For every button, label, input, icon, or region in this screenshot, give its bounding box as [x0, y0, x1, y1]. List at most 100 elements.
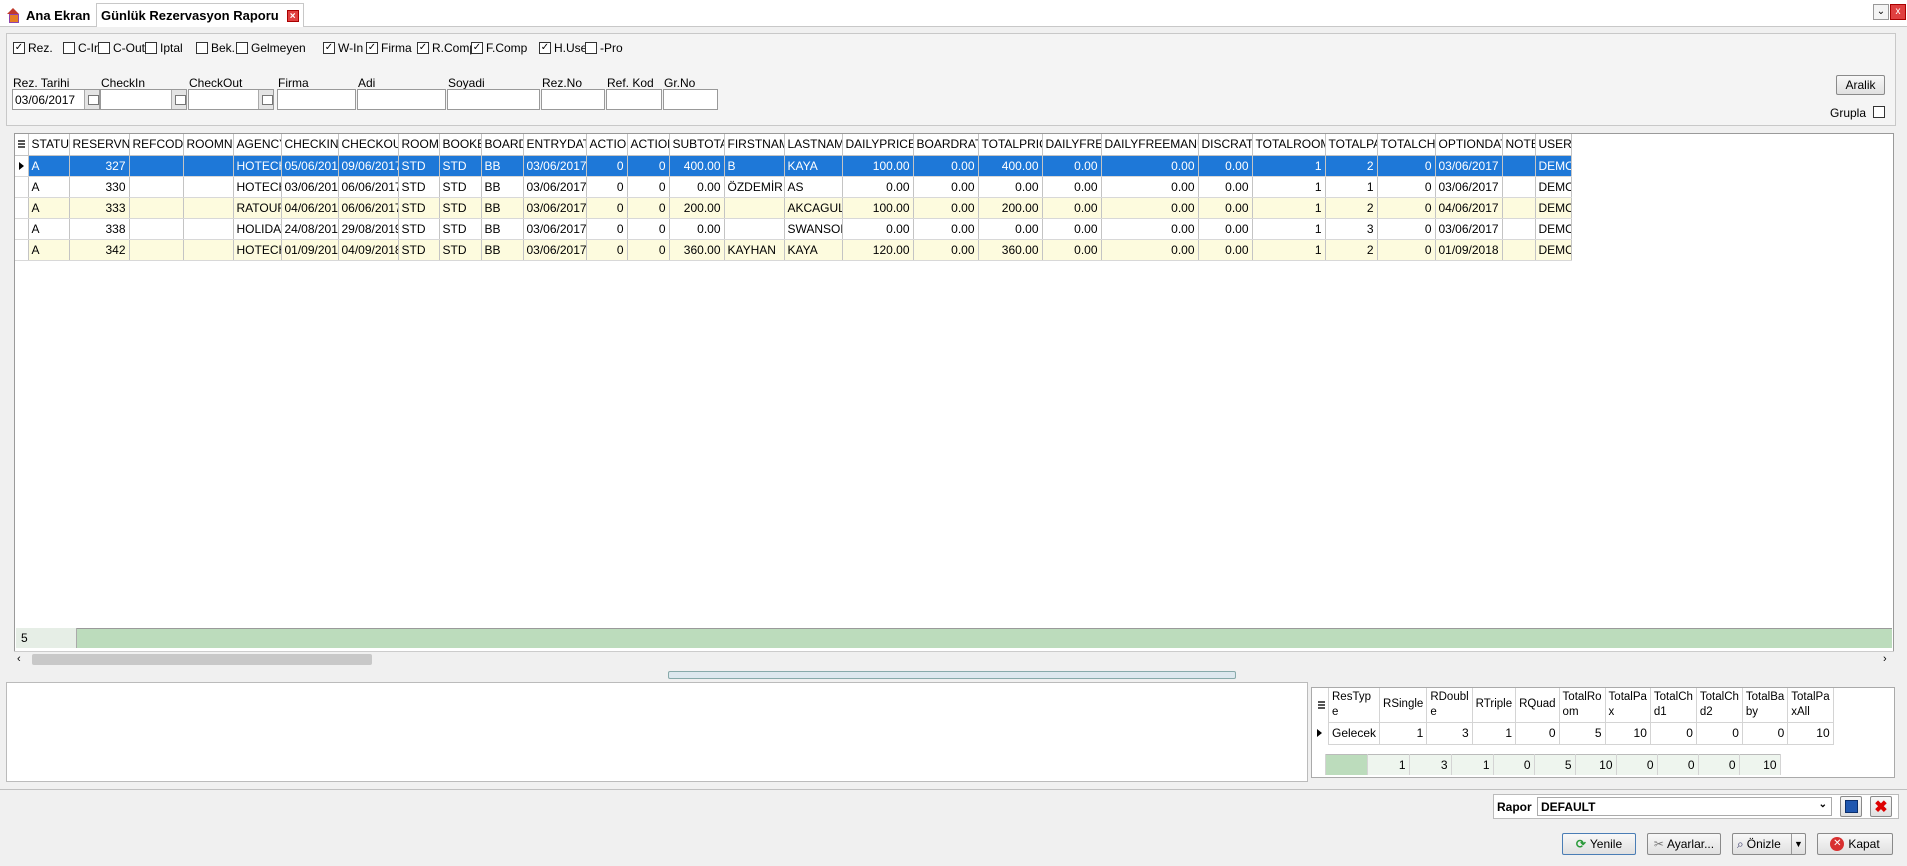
column-header[interactable]: ROOMT: [398, 134, 440, 156]
table-cell[interactable]: 03/06/2017: [523, 197, 587, 219]
table-cell[interactable]: 0.00: [913, 176, 979, 198]
table-cell[interactable]: KAYHAN: [724, 239, 785, 261]
table-cell[interactable]: 100.00: [842, 155, 914, 177]
table-cell[interactable]: STD: [439, 197, 482, 219]
table-cell[interactable]: STD: [398, 197, 440, 219]
table-cell[interactable]: 04/06/2017: [281, 197, 339, 219]
table-cell[interactable]: A: [28, 176, 70, 198]
table-cell[interactable]: 0.00: [1042, 239, 1102, 261]
table-cell[interactable]: 200.00: [669, 197, 725, 219]
table-cell[interactable]: 333: [69, 197, 130, 219]
table-cell[interactable]: 0.00: [913, 197, 979, 219]
table-cell[interactable]: 1: [1252, 239, 1326, 261]
filter-checkbox[interactable]: -Pro: [585, 41, 623, 55]
chevron-down-icon[interactable]: ⌄: [1873, 4, 1889, 20]
table-cell[interactable]: 400.00: [978, 155, 1043, 177]
table-cell[interactable]: 03/06/2017: [523, 239, 587, 261]
calendar-icon[interactable]: [84, 90, 99, 109]
summary-cell[interactable]: 10: [1605, 721, 1651, 745]
table-cell[interactable]: [724, 218, 785, 240]
table-cell[interactable]: DEMO: [1535, 197, 1572, 219]
table-cell[interactable]: [129, 176, 184, 198]
table-cell[interactable]: 0.00: [913, 218, 979, 240]
table-cell[interactable]: 0.00: [1101, 218, 1199, 240]
filter-checkbox[interactable]: ✓ W-In: [323, 41, 363, 55]
column-header[interactable]: BOOKEI: [439, 134, 482, 156]
table-cell[interactable]: 0: [627, 155, 670, 177]
table-cell[interactable]: DEMO: [1535, 218, 1572, 240]
table-cell[interactable]: 0: [627, 218, 670, 240]
checkbox-box[interactable]: ✓: [366, 42, 378, 54]
table-cell[interactable]: 0: [627, 197, 670, 219]
table-cell[interactable]: 0.00: [978, 176, 1043, 198]
table-cell[interactable]: 09/06/2017: [338, 155, 399, 177]
table-cell[interactable]: BB: [481, 239, 524, 261]
table-cell[interactable]: [129, 197, 184, 219]
table-cell[interactable]: 0.00: [913, 155, 979, 177]
table-cell[interactable]: 0.00: [842, 176, 914, 198]
close-tab-icon[interactable]: ×: [286, 9, 299, 22]
column-header[interactable]: AGENCY: [233, 134, 282, 156]
table-cell[interactable]: 1: [1325, 176, 1378, 198]
table-cell[interactable]: [183, 218, 234, 240]
checkbox-box[interactable]: ✓: [323, 42, 335, 54]
column-header[interactable]: RESERVNO: [69, 134, 130, 156]
table-cell[interactable]: STD: [398, 176, 440, 198]
summary-cell[interactable]: 0: [1650, 721, 1697, 745]
summary-cell[interactable]: 1: [1472, 721, 1517, 745]
table-cell[interactable]: BB: [481, 176, 524, 198]
column-header[interactable]: DAILYFREE: [1042, 134, 1102, 156]
table-cell[interactable]: STD: [439, 218, 482, 240]
table-cell[interactable]: 0.00: [842, 218, 914, 240]
table-row[interactable]: A330HOTECH03/06/201706/06/2017STDSTDBB03…: [15, 176, 1572, 198]
table-cell[interactable]: 0.00: [978, 218, 1043, 240]
table-cell[interactable]: STD: [439, 239, 482, 261]
refkod-input[interactable]: [606, 89, 662, 110]
column-header[interactable]: BOARDRATE: [913, 134, 979, 156]
delete-report-button[interactable]: ✖: [1870, 796, 1892, 817]
table-cell[interactable]: 06/06/2017: [338, 197, 399, 219]
table-cell[interactable]: [1502, 197, 1536, 219]
column-header[interactable]: TOTALPRICE: [978, 134, 1043, 156]
summary-column-header[interactable]: TotalCh d1: [1650, 688, 1697, 722]
table-cell[interactable]: STD: [398, 155, 440, 177]
tab-gunluk-rezervasyon-raporu[interactable]: Günlük Rezervasyon Raporu ×: [96, 3, 304, 27]
table-cell[interactable]: 04/09/2018: [338, 239, 399, 261]
table-cell[interactable]: 0: [586, 197, 628, 219]
summary-column-header[interactable]: RTriple: [1472, 688, 1517, 722]
column-header[interactable]: TOTALROOM: [1252, 134, 1326, 156]
table-cell[interactable]: A: [28, 218, 70, 240]
table-cell[interactable]: [129, 239, 184, 261]
summary-cell[interactable]: 5: [1559, 721, 1606, 745]
table-cell[interactable]: 0.00: [1042, 155, 1102, 177]
table-cell[interactable]: KAYA: [784, 239, 843, 261]
save-report-button[interactable]: [1840, 796, 1862, 817]
table-cell[interactable]: HOLIDAY: [233, 218, 282, 240]
rezno-input[interactable]: [541, 89, 605, 110]
table-cell[interactable]: HOTECH: [233, 239, 282, 261]
table-cell[interactable]: 03/06/2017: [1435, 218, 1503, 240]
table-cell[interactable]: 0.00: [1198, 239, 1253, 261]
column-header[interactable]: ACTION: [627, 134, 670, 156]
table-cell[interactable]: 0.00: [1042, 176, 1102, 198]
table-cell[interactable]: [183, 197, 234, 219]
table-cell[interactable]: 0.00: [1198, 218, 1253, 240]
table-cell[interactable]: [1502, 176, 1536, 198]
summary-cell[interactable]: 10: [1787, 721, 1834, 745]
table-cell[interactable]: 0.00: [1042, 197, 1102, 219]
table-cell[interactable]: BB: [481, 197, 524, 219]
summary-cell[interactable]: 0: [1696, 721, 1743, 745]
table-cell[interactable]: [183, 176, 234, 198]
column-header[interactable]: ACTION: [586, 134, 628, 156]
table-cell[interactable]: 0: [1377, 176, 1436, 198]
summary-cell[interactable]: Gelecek: [1328, 721, 1381, 745]
summary-column-header[interactable]: TotalCh d2: [1696, 688, 1743, 722]
column-header[interactable]: FIRSTNAME: [724, 134, 785, 156]
ayarlar-button[interactable]: ✂ Ayarlar...: [1647, 833, 1721, 855]
table-cell[interactable]: HOTECH: [233, 176, 282, 198]
table-cell[interactable]: 0.00: [1101, 239, 1199, 261]
table-cell[interactable]: 0.00: [1198, 197, 1253, 219]
table-cell[interactable]: 0: [586, 155, 628, 177]
table-cell[interactable]: RATOUR: [233, 197, 282, 219]
summary-grid[interactable]: ResTyp e RSingle RDoubl e RTriple RQuad Total…: [1311, 687, 1895, 778]
